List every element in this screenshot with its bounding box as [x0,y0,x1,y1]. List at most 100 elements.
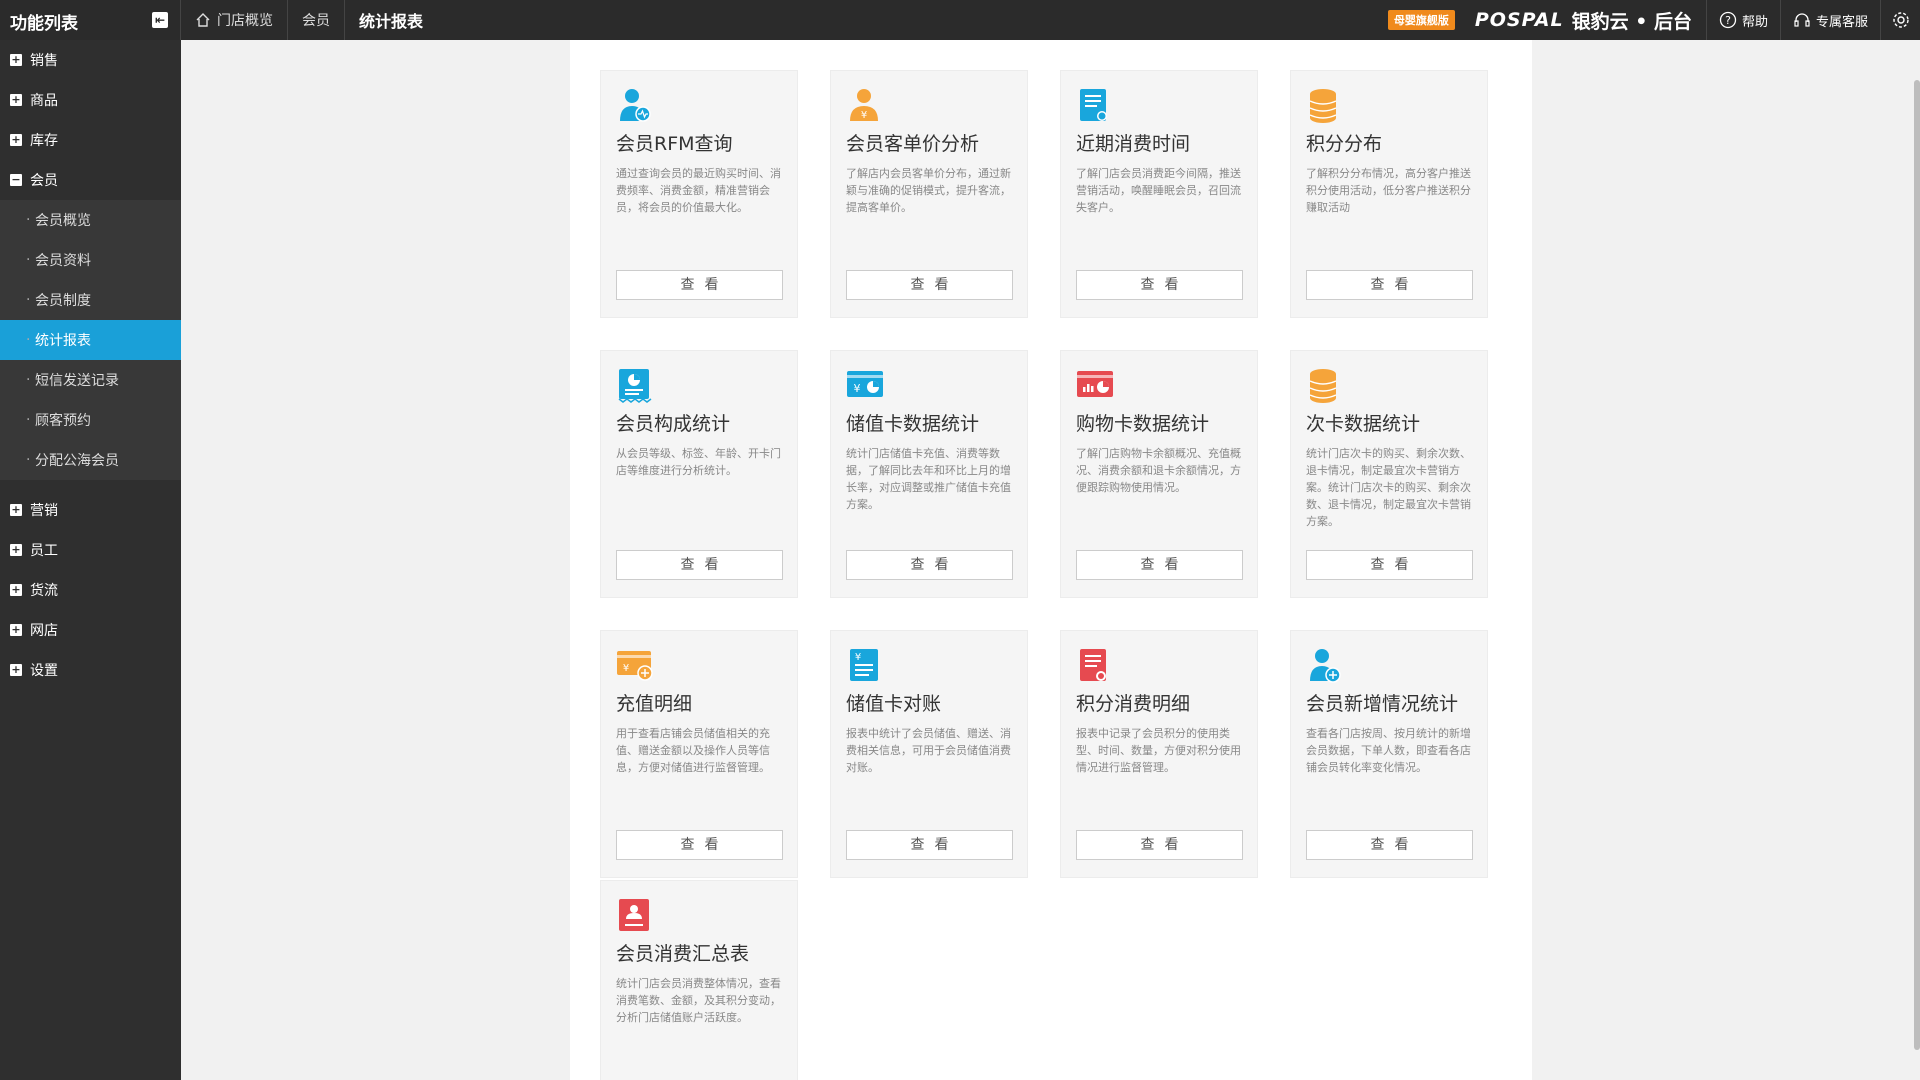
help-label: 帮助 [1741,14,1768,30]
member-price-icon: ¥ [847,87,881,123]
svg-text:¥: ¥ [861,110,867,121]
sidebar-groups-bottom: + 营销 + 员工 + 货流 + 网店 + 设置 [0,490,181,690]
card-title: 会员RFM查询 [616,133,733,155]
nav-group-products[interactable]: + 商品 [0,80,181,120]
settings-button[interactable] [1880,0,1920,40]
sub-item-label: 分配公海会员 [35,453,119,469]
nav-group-logistics[interactable]: + 货流 [0,570,181,610]
card-title: 储值卡对账 [846,693,942,715]
top-right-area: 母婴旗舰版 POSPAL 银豹云 • 后台 ? 帮助 专属客服 [1387,0,1920,40]
service-button[interactable]: 专属客服 [1779,0,1880,40]
nav-group-sales[interactable]: + 销售 [0,40,181,80]
help-button[interactable]: ? 帮助 [1705,0,1780,40]
card-description: 统计门店会员消费整体情况，查看消费笔数、金额，及其积分变动，分析门店储值账户活跃… [616,977,781,1024]
sidebar-item-member-profile[interactable]: 会员资料 [0,240,181,280]
plus-icon: + [10,133,22,146]
card-title: 积分消费明细 [1076,693,1191,715]
member-summary-icon [617,897,651,933]
arrow-left-icon[interactable]: ⇤ [152,12,168,28]
report-card: 会员消费汇总表 统计门店会员消费整体情况，查看消费笔数、金额，及其积分变动，分析门… [600,880,798,1080]
brand-cn: 银豹云 • 后台 [1571,10,1692,33]
card-description: 报表中记录了会员积分的使用类型、时间、数量，方便对积分使用情况进行监督管理。 [1076,727,1241,774]
sub-item-label: 会员资料 [35,253,91,269]
sidebar-item-reports[interactable]: 统计报表 [0,320,181,360]
sub-item-label: 会员概览 [35,213,91,229]
view-button[interactable]: 查看 [1076,830,1243,860]
nav-group-label: 商品 [30,93,58,109]
sidebar-item-public-members[interactable]: 分配公海会员 [0,440,181,480]
card-description: 查看各门店按周、按月统计的新增会员数据，下单人数，即查看各店铺会员转化率变化情况… [1306,727,1471,774]
pie-report-icon [617,367,652,403]
view-button[interactable]: 查看 [846,550,1013,580]
view-button[interactable]: 查看 [1076,270,1243,300]
home-icon [196,13,210,27]
sidebar-item-appointments[interactable]: 顾客预约 [0,400,181,440]
svg-text:¥: ¥ [854,382,861,395]
member-rfm-icon [617,87,651,123]
sidebar-header: 功能列表 ⇤ [0,0,181,40]
report-card: 积分分布了解积分分布情况，高分客户推送积分使用活动，低分客户推送积分赚取活动查看 [1290,70,1488,318]
plus-icon: + [10,663,22,676]
view-button[interactable]: 查看 [1306,550,1473,580]
card-description: 统计门店次卡的购买、剩余次数、退卡情况，制定最宜次卡营销方案。统计门店次卡的购买… [1306,447,1471,528]
card-title: 储值卡数据统计 [846,413,980,435]
trial-badge[interactable]: 母婴旗舰版 [1387,10,1455,30]
nav-group-settings[interactable]: + 设置 [0,650,181,690]
recent-consume-icon [1077,87,1111,123]
breadcrumb-home-label: 门店概览 [217,13,273,29]
card-description: 了解积分分布情况，高分客户推送积分使用活动，低分客户推送积分赚取活动 [1306,167,1471,214]
card-description: 了解店内会员客单价分布，通过新颖与准确的促销模式，提升客流，提高客单价。 [846,167,1011,214]
minus-icon: − [10,173,22,186]
view-button[interactable]: 查看 [1306,830,1473,860]
view-button[interactable]: 查看 [846,270,1013,300]
sub-item-label: 短信发送记录 [35,373,119,389]
nav-group-marketing[interactable]: + 营销 [0,490,181,530]
nav-group-member[interactable]: − 会员 [0,160,181,200]
sub-item-label: 统计报表 [35,333,91,349]
report-panel: 会员RFM查询通过查询会员的最近购买时间、消费频率、消费金额，精准营销会员，将会… [570,40,1532,1080]
stored-reconcile-icon: ¥ [847,647,881,683]
report-card: 会员RFM查询通过查询会员的最近购买时间、消费频率、消费金额，精准营销会员，将会… [600,70,798,318]
view-button[interactable]: 查看 [846,830,1013,860]
report-card: 会员新增情况统计查看各门店按周、按月统计的新增会员数据，下单人数，即查看各店铺会… [1290,630,1488,878]
brand-logo: POSPAL 银豹云 • 后台 [1475,7,1692,34]
plus-icon: + [10,93,22,106]
top-bar: 功能列表 ⇤ 门店概览 会员 统计报表 母婴旗舰版 POSPAL 银豹云 • 后… [0,0,1920,40]
nav-group-staff[interactable]: + 员工 [0,530,181,570]
nav-group-label: 销售 [30,53,58,69]
breadcrumb-current: 统计报表 [359,12,424,31]
scrollbar[interactable] [1914,80,1920,1050]
sub-item-label: 顾客预约 [35,413,91,429]
card-description: 报表中统计了会员储值、赠送、消费相关信息，可用于会员储值消费对账。 [846,727,1011,774]
view-button[interactable]: 查看 [616,830,783,860]
card-title: 积分分布 [1306,133,1383,155]
plus-icon: + [10,543,22,556]
breadcrumb-parent[interactable]: 会员 [288,0,345,40]
view-button[interactable]: 查看 [1306,270,1473,300]
report-card: 次卡数据统计 统计门店次卡的购买、剩余次数、退卡情况，制定最宜次卡营销方案。统计门… [1290,350,1488,598]
breadcrumb-home[interactable]: 门店概览 [181,0,288,40]
sidebar-item-member-overview[interactable]: 会员概览 [0,200,181,240]
recharge-card-icon: ¥ [617,647,653,683]
card-title: 近期消费时间 [1076,133,1191,155]
shopping-card-icon [1077,367,1113,403]
nav-group-label: 设置 [30,663,58,679]
nav-group-label: 会员 [30,173,58,189]
nav-group-inventory[interactable]: + 库存 [0,120,181,160]
sidebar: + 销售 + 商品 + 库存 −会员 会员概览 会员资料 会员制度 统计报表 短信发送… [0,40,181,1080]
card-title: 会员新增情况统计 [1306,693,1459,715]
card-description: 通过查询会员的最近购买时间、消费频率、消费金额，精准营销会员，将会员的价值最大化… [616,167,781,214]
view-button[interactable]: 查看 [616,550,783,580]
sidebar-item-member-policy[interactable]: 会员制度 [0,280,181,320]
svg-text:¥: ¥ [623,663,629,674]
member-add-icon [1307,647,1341,683]
sidebar-title: 功能列表 [10,14,78,34]
sidebar-item-sms-log[interactable]: 短信发送记录 [0,360,181,400]
view-button[interactable]: 查看 [616,270,783,300]
member-sub-list: 会员概览 会员资料 会员制度 统计报表 短信发送记录 顾客预约 分配公海会员 [0,200,181,480]
plus-icon: + [10,53,22,66]
nav-group-webshop[interactable]: + 网店 [0,610,181,650]
service-label: 专属客服 [1815,14,1868,30]
view-button[interactable]: 查看 [1076,550,1243,580]
brand-latin: POSPAL [1474,9,1564,31]
